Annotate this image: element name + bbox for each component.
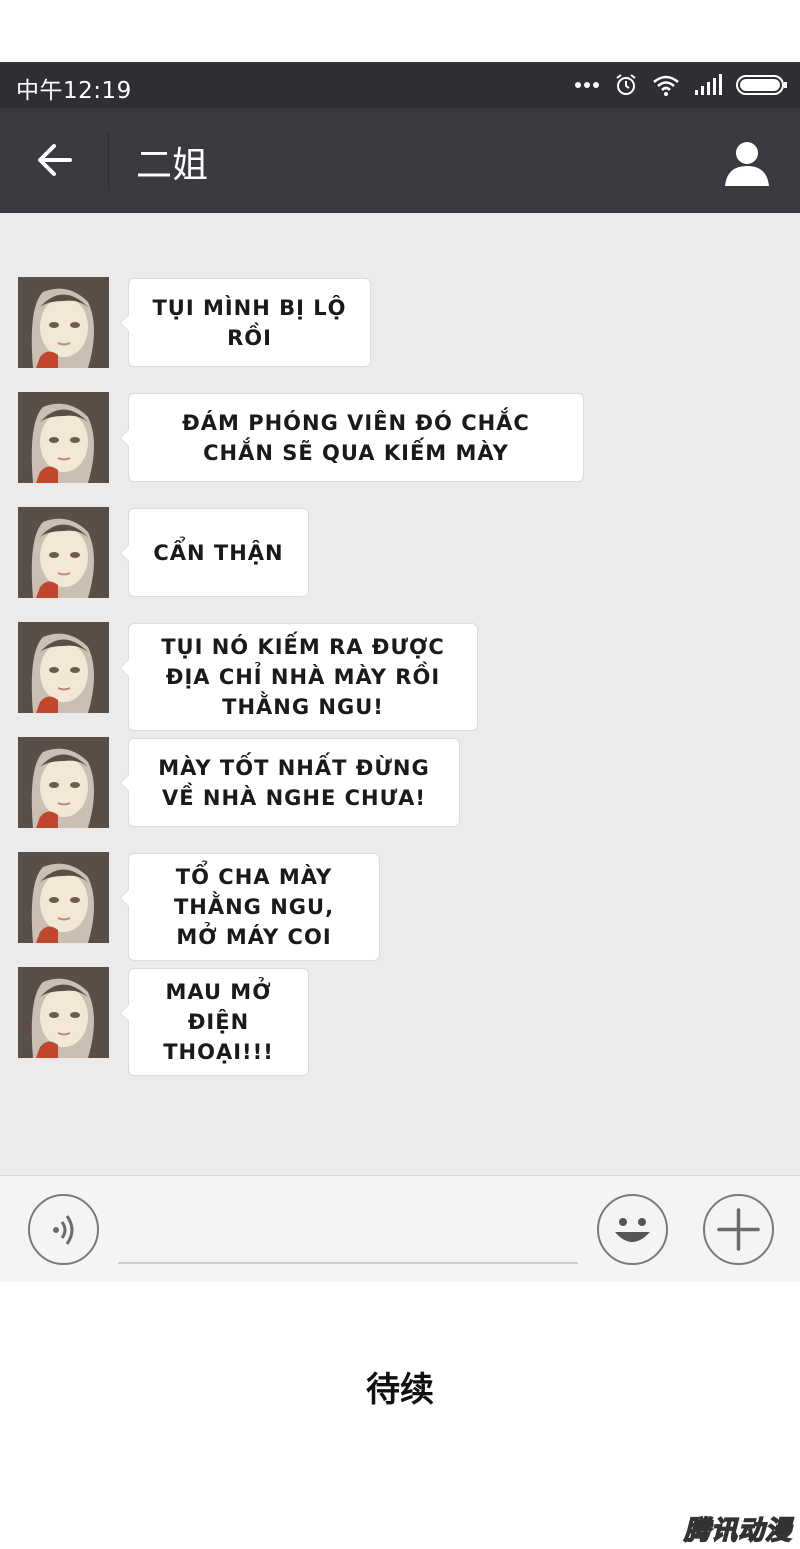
signal-icon bbox=[694, 74, 722, 96]
avatar[interactable] bbox=[18, 967, 109, 1058]
message-input[interactable] bbox=[118, 1206, 578, 1258]
more-dots-icon bbox=[574, 81, 600, 89]
back-button[interactable] bbox=[30, 138, 78, 186]
back-arrow-icon bbox=[34, 142, 74, 182]
emoji-button[interactable] bbox=[597, 1194, 668, 1265]
message-bubble[interactable]: TỔ CHA MÀY THẰNG NGU, MỞ MÁY COI bbox=[120, 853, 380, 961]
battery-icon bbox=[736, 74, 788, 96]
message-bubble[interactable]: TỤI MÌNH BỊ LỘ RỒI bbox=[120, 278, 371, 367]
avatar[interactable] bbox=[18, 507, 109, 598]
chat-header: 二姐 bbox=[0, 108, 800, 213]
voice-button[interactable] bbox=[28, 1194, 99, 1265]
chat-title: 二姐 bbox=[136, 145, 209, 186]
watermark: 腾讯动漫 bbox=[683, 1515, 792, 1547]
avatar[interactable] bbox=[18, 277, 109, 368]
message-bubble[interactable]: MÀY TỐT NHẤT ĐỪNG VỀ NHÀ NGHE CHƯA! bbox=[120, 738, 460, 827]
avatar[interactable] bbox=[18, 737, 109, 828]
message-bubble[interactable]: ĐÁM PHÓNG VIÊN ĐÓ CHẮC CHẮN SẼ QUA KIẾM … bbox=[120, 393, 584, 482]
person-icon bbox=[722, 142, 772, 192]
plus-button[interactable] bbox=[703, 1194, 774, 1265]
wifi-icon bbox=[652, 74, 680, 96]
voice-icon bbox=[30, 1215, 97, 1267]
message-bubble[interactable]: MAU MỞ ĐIỆN THOẠI!!! bbox=[120, 968, 309, 1076]
chat-area: TỤI MÌNH BỊ LỘ RỒI ĐÁM PHÓNG VIÊN ĐÓ CHẮ… bbox=[0, 213, 800, 1175]
profile-button[interactable] bbox=[722, 138, 772, 188]
avatar[interactable] bbox=[18, 622, 109, 713]
status-time: 中午12:19 bbox=[16, 78, 132, 104]
emoji-icon bbox=[599, 1218, 666, 1267]
avatar[interactable] bbox=[18, 392, 109, 483]
avatar[interactable] bbox=[18, 852, 109, 943]
plus-icon bbox=[705, 1208, 772, 1267]
input-bar bbox=[0, 1175, 800, 1282]
message-bubble[interactable]: TỤI NÓ KIẾM RA ĐƯỢC ĐỊA CHỈ NHÀ MÀY RỒI … bbox=[120, 623, 478, 731]
alarm-icon bbox=[614, 73, 638, 97]
header-divider bbox=[108, 132, 109, 190]
message-bubble[interactable]: CẨN THẬN bbox=[120, 508, 309, 597]
to-be-continued-caption: 待续 bbox=[366, 1370, 434, 1410]
status-bar: 中午12:19 bbox=[0, 62, 800, 108]
status-icons bbox=[574, 72, 788, 98]
message-input-underline bbox=[118, 1262, 578, 1264]
